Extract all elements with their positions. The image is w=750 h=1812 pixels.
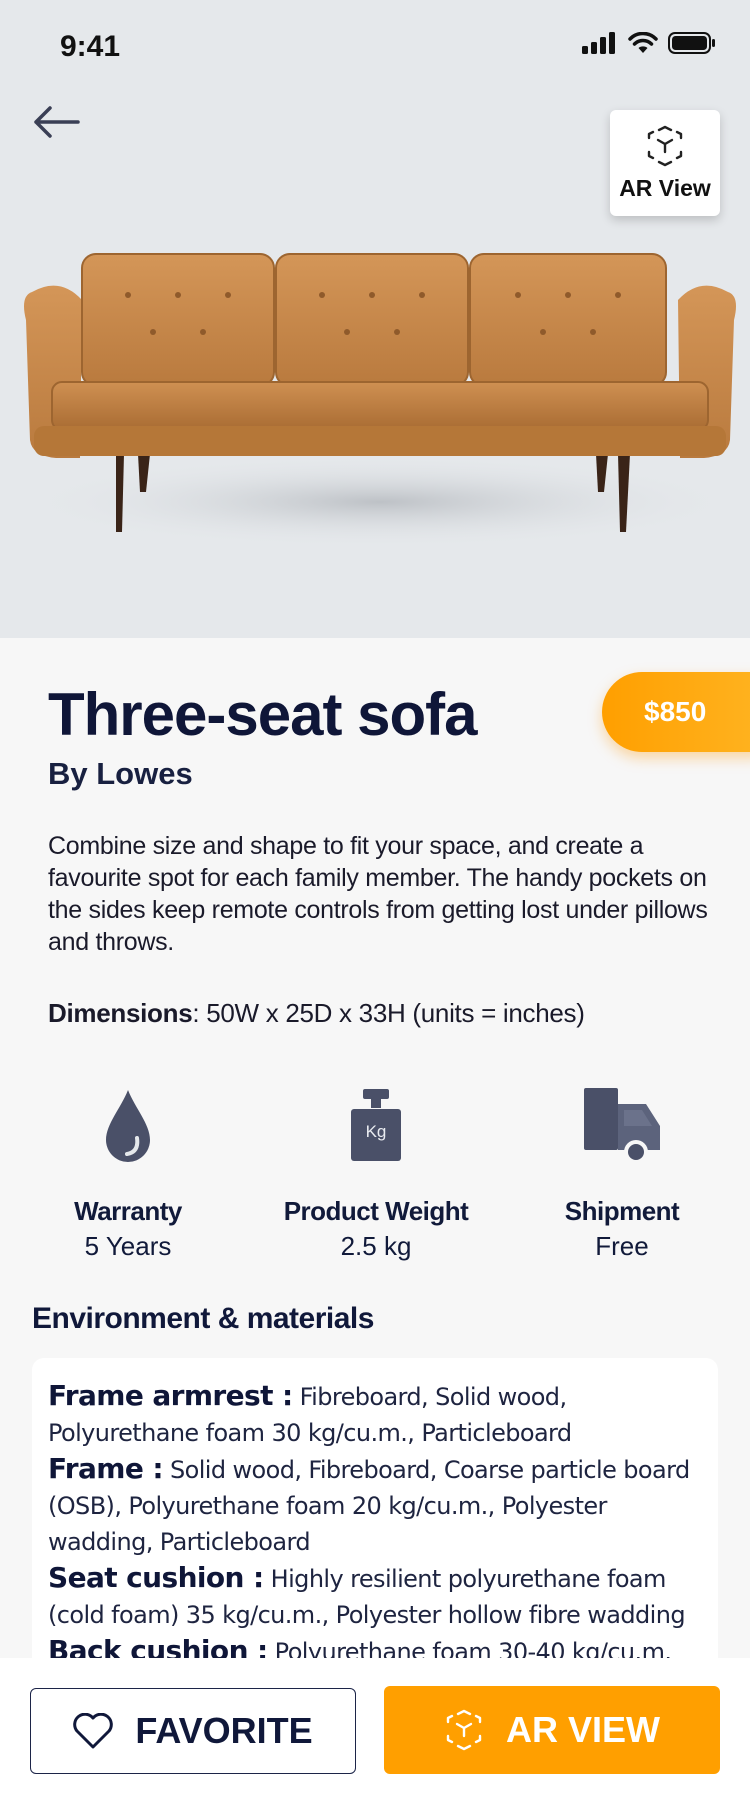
feature-value: Free <box>595 1231 649 1261</box>
material-label: Seat cushion : <box>48 1561 264 1594</box>
dimensions-label: Dimensions <box>48 998 193 1028</box>
ar-view-button[interactable]: AR VIEW <box>384 1686 720 1774</box>
back-button[interactable] <box>28 98 84 146</box>
arrow-left-icon <box>34 106 80 138</box>
feature-label: Shipment <box>564 1196 680 1226</box>
feature-value: 2.5 kg <box>340 1231 412 1261</box>
product-dimensions: Dimensions: 50W x 25D x 33H (units = inc… <box>48 998 585 1029</box>
material-item: Seat cushion : Highly resilient polyuret… <box>48 1560 702 1633</box>
product-description: Combine size and shape to fit your space… <box>48 832 708 956</box>
battery-icon <box>668 32 715 54</box>
favorite-button[interactable]: FAVORITE <box>30 1688 356 1774</box>
ar-cube-icon <box>446 1709 482 1751</box>
water-drop-icon <box>106 1090 150 1162</box>
ar-view-chip[interactable]: AR View <box>610 110 720 216</box>
status-icons <box>582 32 716 54</box>
feature-label: Warranty <box>74 1196 182 1226</box>
feature-label: Product Weight <box>283 1196 469 1226</box>
status-time: 9:41 <box>60 30 121 63</box>
ar-cube-icon <box>647 125 683 166</box>
feature-shipment: Shipment Free <box>502 1078 742 1262</box>
product-brand: By Lowes <box>48 756 193 791</box>
cellular-signal-icon <box>582 32 615 54</box>
environment-heading: Environment & materials <box>32 1302 374 1335</box>
ar-view-chip-label: AR View <box>619 174 711 201</box>
feature-value: 5 Years <box>84 1231 172 1261</box>
material-item: Frame : Solid wood, Fibreboard, Coarse p… <box>48 1451 702 1560</box>
delivery-truck-icon <box>584 1088 660 1164</box>
feature-warranty: Warranty 5 Years <box>8 1078 248 1262</box>
product-title: Three-seat sofa <box>48 681 477 748</box>
material-label: Frame armrest : <box>48 1379 293 1412</box>
favorite-button-label: FAVORITE <box>135 1710 313 1751</box>
material-label: Frame : <box>48 1452 164 1485</box>
status-bar: 9:41 <box>0 0 750 96</box>
heart-icon <box>73 1713 114 1749</box>
dimensions-value: : 50W x 25D x 33H (units = inches) <box>192 998 585 1028</box>
kg-icon-text: Kg <box>365 1122 387 1141</box>
feature-weight: Kg Product Weight 2.5 kg <box>256 1078 496 1262</box>
feature-list: Warranty 5 Years Kg Product Weight 2.5 k… <box>0 1078 750 1268</box>
wifi-icon <box>628 32 658 53</box>
material-item: Frame armrest : Fibreboard, Solid wood, … <box>48 1378 702 1451</box>
bottom-action-bar: FAVORITE AR VIEW <box>0 1658 750 1812</box>
product-details: Three-seat sofa By Lowes $850 Combine si… <box>0 638 750 1678</box>
sofa-image <box>20 240 740 560</box>
price-badge: $850 <box>602 672 750 752</box>
materials-card: Frame armrest : Fibreboard, Solid wood, … <box>32 1358 718 1678</box>
product-hero: 9:41 AR View <box>0 0 750 638</box>
ar-view-button-label: AR VIEW <box>505 1709 660 1750</box>
